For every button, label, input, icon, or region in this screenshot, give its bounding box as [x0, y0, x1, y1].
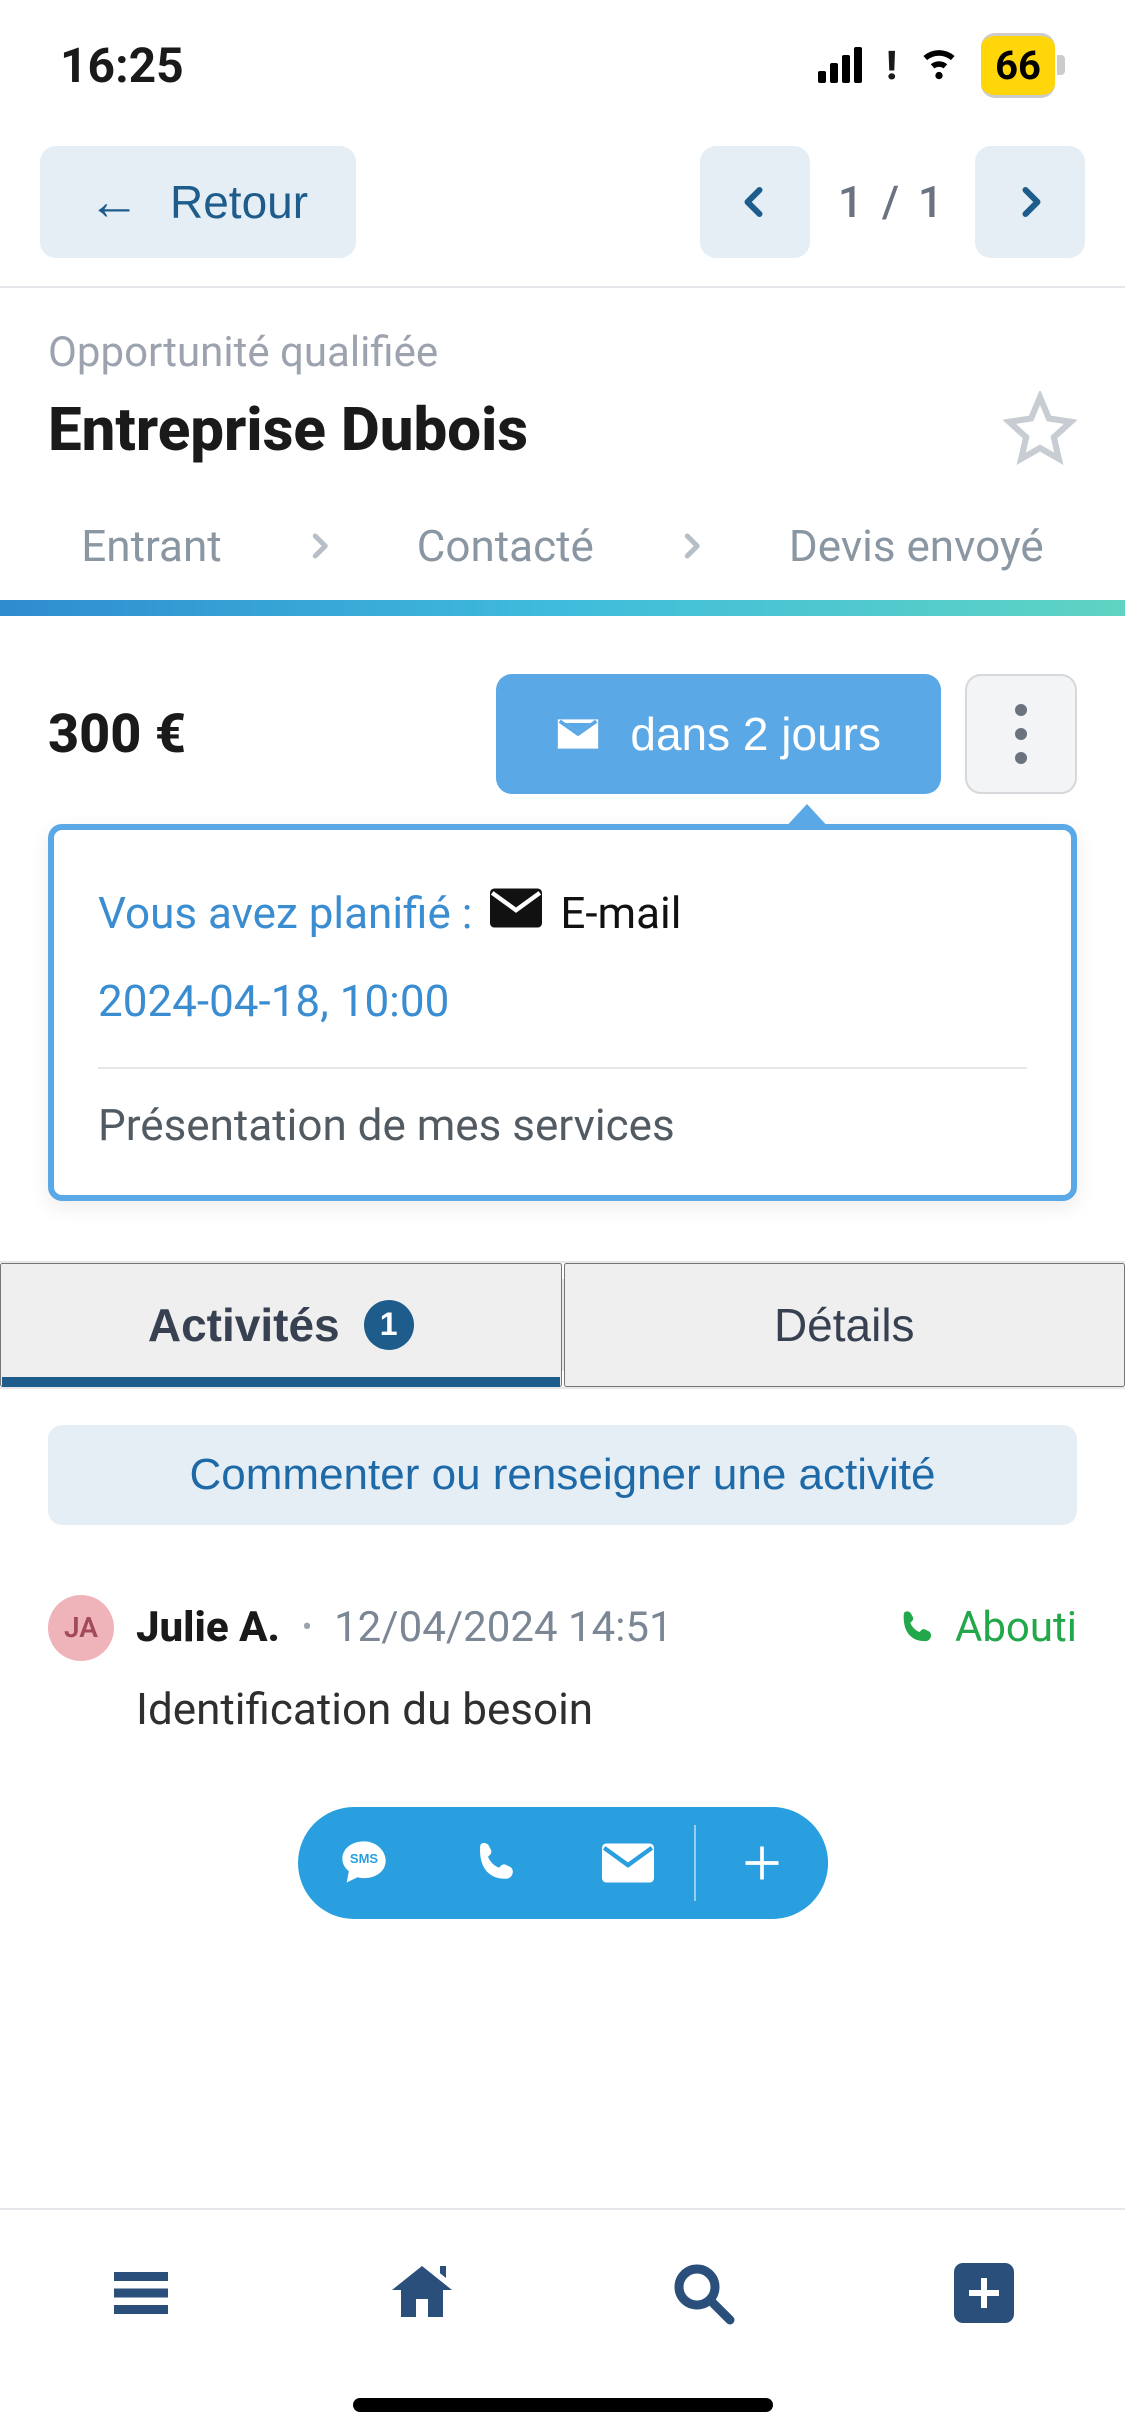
add-action-button[interactable]: [696, 1807, 828, 1919]
sms-icon: SMS: [338, 1837, 390, 1889]
opportunity-subtitle: Opportunité qualifiée: [48, 328, 1077, 377]
header-block: Opportunité qualifiée Entreprise Dubois: [0, 288, 1125, 498]
search-button[interactable]: [667, 2257, 739, 2332]
avatar: JA: [48, 1595, 114, 1661]
planned-header: Vous avez planifié : E-mail 2024-04-18, …: [98, 878, 1027, 1069]
status-right: ! 66: [818, 33, 1065, 98]
activity-result-text: Abouti: [955, 1603, 1077, 1652]
pipeline-stages: Entrant Contacté Devis envoyé: [0, 498, 1125, 600]
tab-activities-label: Activités: [148, 1298, 340, 1352]
summary-row: 300 € dans 2 jours: [0, 616, 1125, 824]
planned-type: E-mail: [560, 878, 681, 948]
envelope-icon: [490, 878, 542, 948]
home-button[interactable]: [386, 2257, 458, 2332]
activity-timestamp: 12/04/2024 14:51: [334, 1603, 673, 1652]
content-tabs: Activités 1 Détails: [0, 1261, 1125, 1389]
schedule-label: dans 2 jours: [630, 707, 881, 761]
envelope-icon: [556, 712, 600, 756]
activity-body: Identification du besoin: [136, 1683, 1077, 1735]
status-time: 16:25: [60, 37, 184, 94]
activity-author: Julie A.: [136, 1603, 280, 1652]
wifi-icon: [917, 37, 961, 94]
plus-icon: [740, 1841, 784, 1885]
back-label: Retour: [170, 175, 308, 229]
pipeline-progress-bar: [0, 600, 1125, 616]
battery-level: 66: [981, 33, 1055, 98]
cellular-icon: [818, 47, 862, 83]
planned-activity-card[interactable]: Vous avez planifié : E-mail 2024-04-18, …: [48, 824, 1077, 1201]
tab-activities[interactable]: Activités 1: [0, 1263, 562, 1387]
activity-result: Abouti: [897, 1603, 1077, 1652]
prev-button[interactable]: [700, 146, 810, 258]
favorite-button[interactable]: [1003, 391, 1077, 468]
svg-text:SMS: SMS: [349, 1851, 378, 1866]
planned-activity-wrap: Vous avez planifié : E-mail 2024-04-18, …: [0, 824, 1125, 1251]
back-button[interactable]: ← Retour: [40, 146, 356, 258]
page-indicator: 1 / 1: [838, 176, 947, 228]
planned-description: Présentation de mes services: [98, 1099, 1027, 1151]
page-title: Entreprise Dubois: [48, 394, 528, 465]
top-nav: ← Retour 1 / 1: [0, 130, 1125, 288]
separator-dot: •: [302, 1610, 312, 1645]
next-button[interactable]: [975, 146, 1085, 258]
schedule-button[interactable]: dans 2 jours: [496, 674, 941, 794]
stage-entrant[interactable]: Entrant: [81, 520, 221, 572]
planned-datetime: 2024-04-18, 10:00: [98, 966, 449, 1036]
chevron-right-icon: [1012, 184, 1048, 220]
chevron-right-icon: [676, 531, 706, 561]
more-options-button[interactable]: [965, 674, 1077, 794]
activity-header: JA Julie A. • 12/04/2024 14:51 Abouti: [48, 1595, 1077, 1661]
plus-square-icon: [948, 2257, 1020, 2329]
call-button[interactable]: [430, 1807, 562, 1919]
bottom-nav: [0, 2208, 1125, 2388]
home-icon: [386, 2257, 458, 2329]
pager: 1 / 1: [700, 146, 1085, 258]
tab-details-label: Détails: [774, 1298, 915, 1352]
stage-devis[interactable]: Devis envoyé: [789, 520, 1044, 572]
home-indicator: [353, 2398, 773, 2412]
amount-value: 300 €: [48, 703, 472, 766]
phone-icon: [897, 1608, 937, 1648]
quick-actions: SMS: [0, 1765, 1125, 1979]
signal-alert-icon: !: [886, 42, 897, 89]
create-button[interactable]: [948, 2257, 1020, 2332]
battery-icon: 66: [981, 33, 1065, 98]
menu-button[interactable]: [105, 2257, 177, 2332]
chevron-left-icon: [737, 184, 773, 220]
email-button[interactable]: [562, 1807, 694, 1919]
comment-button[interactable]: Commenter ou renseigner une activité: [48, 1425, 1077, 1525]
chevron-right-icon: [304, 531, 334, 561]
phone-icon: [472, 1839, 520, 1887]
status-bar: 16:25 ! 66: [0, 0, 1125, 130]
search-icon: [667, 2257, 739, 2329]
envelope-icon: [602, 1843, 654, 1883]
star-icon: [1003, 391, 1077, 465]
comment-box: Commenter ou renseigner une activité: [0, 1389, 1125, 1565]
activities-count-badge: 1: [364, 1300, 414, 1350]
tab-details[interactable]: Détails: [564, 1263, 1125, 1387]
planned-prefix: Vous avez planifié :: [98, 878, 472, 948]
stage-contacte[interactable]: Contacté: [417, 520, 594, 572]
arrow-left-icon: ←: [88, 172, 140, 232]
activity-item[interactable]: JA Julie A. • 12/04/2024 14:51 Abouti Id…: [0, 1565, 1125, 1765]
sms-button[interactable]: SMS: [298, 1807, 430, 1919]
menu-icon: [105, 2257, 177, 2329]
